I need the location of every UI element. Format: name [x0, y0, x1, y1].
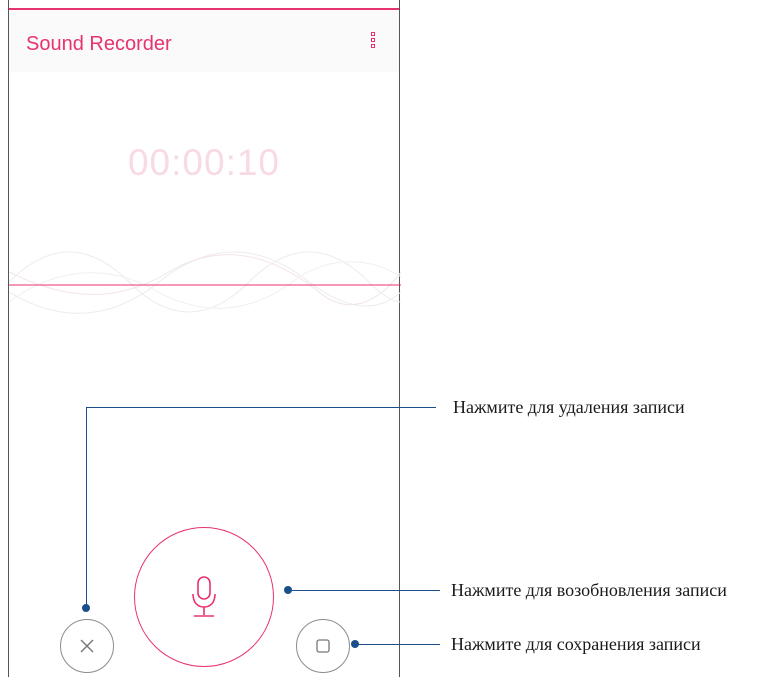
- microphone-icon: [192, 576, 216, 617]
- elapsed-timer: 00:00:10: [127, 142, 281, 183]
- waveform-graphic: [9, 251, 401, 314]
- callout-line-save: [357, 644, 440, 645]
- callout-line-delete-horizontal: [86, 407, 436, 408]
- callout-dot-delete: [82, 604, 90, 612]
- resume-recording-button[interactable]: [134, 527, 274, 667]
- app-bar: Sound Recorder: [9, 10, 399, 72]
- cancel-recording-button[interactable]: [60, 619, 114, 673]
- overflow-menu-icon[interactable]: [369, 32, 377, 52]
- app-title: Sound Recorder: [26, 33, 172, 55]
- save-recording-button[interactable]: [296, 619, 350, 673]
- close-icon: [80, 639, 94, 653]
- stop-icon: [316, 639, 330, 653]
- callout-line-delete-vertical: [86, 407, 87, 605]
- callout-label-save: Нажмите для сохранения записи: [451, 634, 701, 654]
- callout-line-resume: [290, 590, 440, 591]
- callout-label-resume: Нажмите для возобновления записи: [451, 580, 727, 600]
- phone-screen: Sound Recorder 00:00:10: [8, 0, 401, 677]
- callout-label-delete: Нажмите для удаления записи: [453, 397, 685, 417]
